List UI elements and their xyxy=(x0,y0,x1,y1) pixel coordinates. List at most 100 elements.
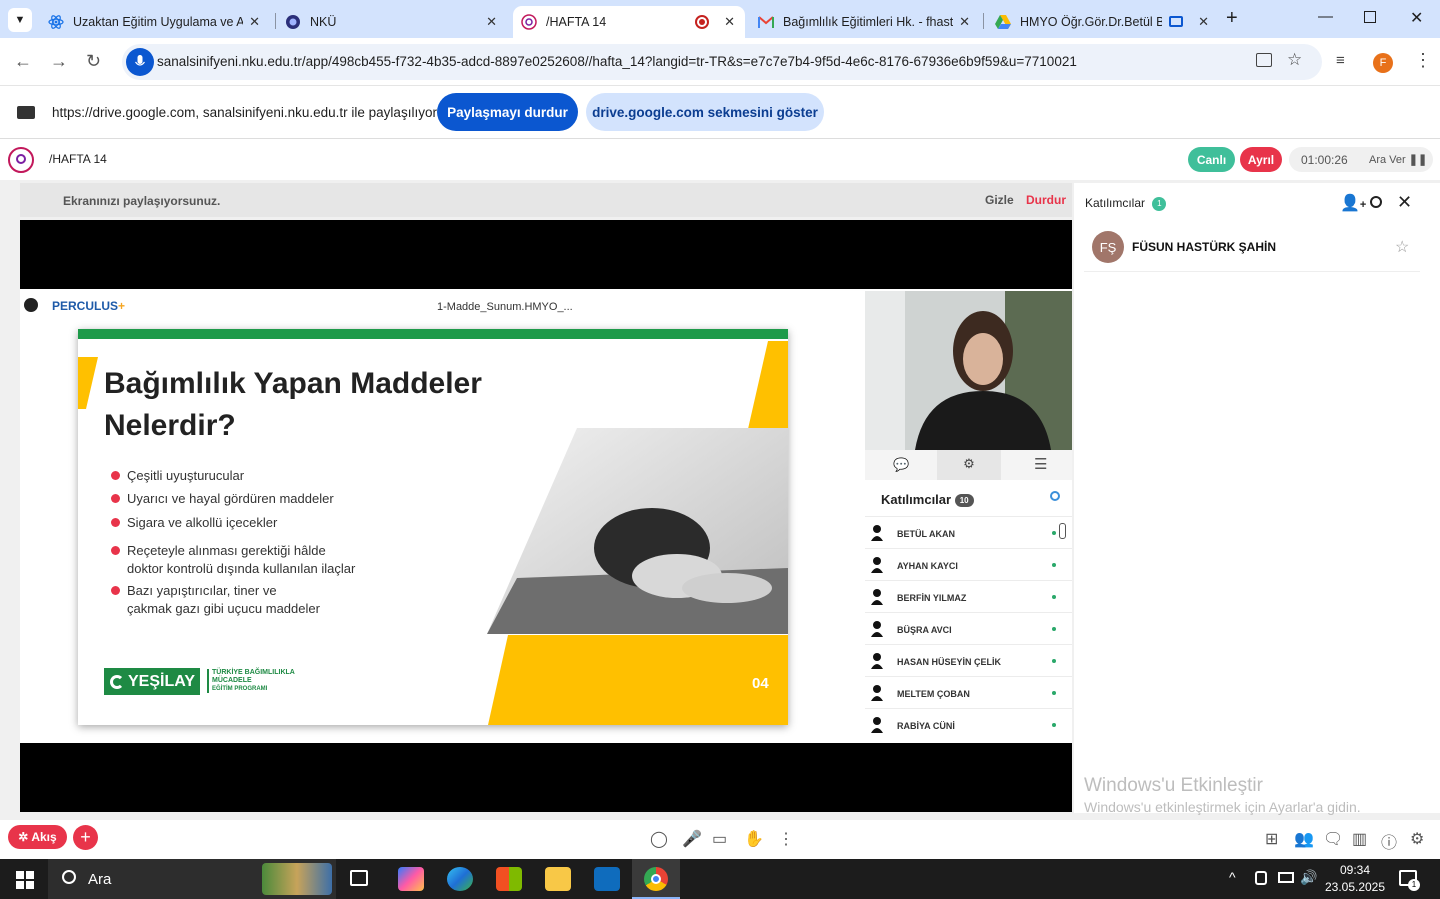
participants-icon[interactable]: 👥 xyxy=(1294,829,1314,849)
user-icon xyxy=(871,525,883,541)
recording-icon xyxy=(695,15,709,29)
profile-avatar[interactable]: F xyxy=(1373,53,1393,73)
participant-row[interactable]: BETÜL AKAN xyxy=(865,516,1072,548)
star-icon[interactable]: ☆ xyxy=(1395,237,1409,257)
search-highlight-image xyxy=(262,863,332,895)
restore-window-icon[interactable] xyxy=(1364,11,1376,23)
network-icon[interactable] xyxy=(1278,872,1294,883)
new-tab-button[interactable]: + xyxy=(1226,7,1238,30)
tab-google-drive[interactable]: HMYO Öğr.Gör.Dr.Betül BA ✕ xyxy=(987,6,1219,38)
google-drive-icon xyxy=(995,14,1011,30)
clock[interactable]: 09:34 23.05.2025 xyxy=(1322,862,1388,896)
show-hidden-icons-icon[interactable]: ^ xyxy=(1229,869,1236,885)
address-bar[interactable]: sanalsinifyeni.nku.edu.tr/app/498cb455-f… xyxy=(122,44,1322,80)
chat-icon[interactable]: 🗨 xyxy=(1323,829,1343,849)
tab-gmail[interactable]: Bağımlılık Eğitimleri Hk. - fhastu ✕ xyxy=(750,6,980,38)
raise-hand-icon[interactable]: ✋ xyxy=(744,829,764,849)
participant-row[interactable]: BÜŞRA AVCI xyxy=(865,612,1072,644)
flow-button[interactable]: ✲ Akış xyxy=(8,825,67,849)
tab-hafta-14[interactable]: /HAFTA 14 ✕ xyxy=(513,6,745,38)
camera-off-icon[interactable]: ◯ xyxy=(650,829,668,849)
stop-button[interactable]: Durdur xyxy=(1026,193,1066,207)
participant-row[interactable]: BERFİN YILMAZ xyxy=(865,580,1072,612)
tab-uzaktan-egitim[interactable]: Uzaktan Eğitim Uygulama ve Ar ✕ xyxy=(40,6,270,38)
meeting-controls-bar: ✲ Akış + ◯ 🎤 ▭ ✋ ⋮ ⊞ 👥 🗨 ▥ ⓘ ⚙ xyxy=(0,820,1440,859)
sharing-status-text: Ekranınızı paylaşıyorsunuz. xyxy=(63,194,221,208)
info-icon[interactable]: ⓘ xyxy=(1381,829,1397,853)
leave-button[interactable]: Ayrıl xyxy=(1240,147,1282,172)
participant-row[interactable]: MELTEM ÇOBAN xyxy=(865,676,1072,708)
user-icon xyxy=(871,589,883,605)
chat-tab-icon[interactable]: 💬 xyxy=(893,457,909,473)
close-tab-icon[interactable]: ✕ xyxy=(249,14,260,30)
presentation-area: PERCULUS+ 1-Madde_Sunum.HMYO_... Bağımlı… xyxy=(20,289,1072,743)
copilot-icon[interactable] xyxy=(398,867,424,891)
close-window-icon[interactable]: ✕ xyxy=(1410,8,1423,28)
chrome-taskbar-button[interactable] xyxy=(632,859,680,899)
edge-icon[interactable] xyxy=(447,867,473,891)
tab-title: NKÜ xyxy=(310,15,337,29)
more-menu-icon[interactable]: ⋮ xyxy=(1414,50,1432,71)
more-options-icon[interactable]: ⋮ xyxy=(778,829,794,849)
panel-tabs: 💬 ⚙ ☰ xyxy=(865,450,1072,480)
windows-start-icon[interactable] xyxy=(16,871,34,894)
reload-icon[interactable]: ↻ xyxy=(86,51,101,72)
participants-heading: Katılımcılar 10 xyxy=(881,492,974,508)
settings-icon[interactable]: ⚙ xyxy=(1410,829,1424,849)
microsoft-store-icon[interactable] xyxy=(496,867,522,891)
participant-row[interactable]: HASAN HÜSEYİN ÇELİK xyxy=(865,644,1072,676)
stats-icon[interactable]: ▥ xyxy=(1352,829,1367,849)
volume-icon[interactable]: 🔊 xyxy=(1300,869,1317,886)
participant-row[interactable]: AYHAN KAYCI xyxy=(865,548,1072,580)
grid-icon[interactable]: ⊞ xyxy=(1265,829,1278,849)
screen-share-indicator-icon xyxy=(1169,16,1183,27)
side-participant-row[interactable]: FŞ FÜSUN HASTÜRK ŞAHİN ☆ xyxy=(1084,227,1420,272)
minimize-window-icon[interactable]: — xyxy=(1318,8,1333,25)
perculus-brand: PERCULUS+ xyxy=(52,299,126,313)
side-panel-title: Katılımcılar 1 xyxy=(1085,196,1167,211)
close-panel-icon[interactable]: ✕ xyxy=(1397,192,1412,213)
sharing-notification-bar: https://drive.google.com, sanalsinifyeni… xyxy=(0,87,1440,139)
screen-share-off-icon[interactable]: ▭ xyxy=(712,829,727,849)
taskbar-search-box[interactable]: Ara xyxy=(48,859,336,899)
perculus-logo-icon xyxy=(8,147,34,173)
tab-title: Bağımlılık Eğitimleri Hk. - fhastu xyxy=(783,15,953,29)
close-tab-icon[interactable]: ✕ xyxy=(959,14,970,30)
forward-icon[interactable]: → xyxy=(50,51,68,72)
perculus-mini-logo-icon xyxy=(24,298,38,312)
search-icon[interactable] xyxy=(1050,491,1060,501)
close-tab-icon[interactable]: ✕ xyxy=(486,14,497,30)
tab-nku[interactable]: NKÜ ✕ xyxy=(277,6,507,38)
meet-now-icon[interactable] xyxy=(1255,871,1267,885)
participant-row[interactable]: RABİYA CÜNİ xyxy=(865,708,1072,743)
presenter-webcam xyxy=(865,291,1072,450)
tab-search-button[interactable]: ▼ xyxy=(8,8,32,32)
task-view-icon[interactable] xyxy=(350,870,368,886)
side-count-badge: 1 xyxy=(1152,196,1167,211)
break-button[interactable]: Ara Ver ❚❚ xyxy=(1369,153,1427,166)
perculus-icon xyxy=(521,14,537,30)
list-tab-icon[interactable]: ☰ xyxy=(1034,455,1047,473)
participants-tab-icon[interactable]: ⚙ xyxy=(937,450,1001,480)
hide-button[interactable]: Gizle xyxy=(985,193,1014,207)
add-button[interactable]: + xyxy=(73,825,98,850)
avatar: FŞ xyxy=(1092,231,1124,263)
microphone-off-icon[interactable]: 🎤 xyxy=(682,829,702,849)
react-atom-icon xyxy=(48,14,64,30)
close-tab-icon[interactable]: ✕ xyxy=(724,14,735,30)
install-app-icon[interactable] xyxy=(1256,53,1272,67)
url-text: sanalsinifyeni.nku.edu.tr/app/498cb455-f… xyxy=(157,54,1077,69)
outlook-icon[interactable] xyxy=(594,867,620,891)
file-explorer-icon[interactable] xyxy=(545,867,571,891)
show-drive-tab-button[interactable]: drive.google.com sekmesini göster xyxy=(586,93,824,131)
back-icon[interactable]: ← xyxy=(14,51,32,72)
add-participant-icon[interactable]: 👤+ xyxy=(1340,193,1366,213)
bookmark-star-icon[interactable]: ☆ xyxy=(1287,50,1302,70)
microphone-in-use-icon[interactable] xyxy=(126,48,154,76)
screen-sharing-bar: Ekranınızı paylaşıyorsunuz. Gizle Durdur xyxy=(20,183,1072,217)
search-icon[interactable] xyxy=(1370,196,1382,208)
crescent-icon xyxy=(110,674,124,689)
stop-sharing-button[interactable]: Paylaşmayı durdur xyxy=(437,93,578,131)
media-control-icon[interactable]: ≡ xyxy=(1336,52,1345,69)
close-tab-icon[interactable]: ✕ xyxy=(1198,14,1209,30)
